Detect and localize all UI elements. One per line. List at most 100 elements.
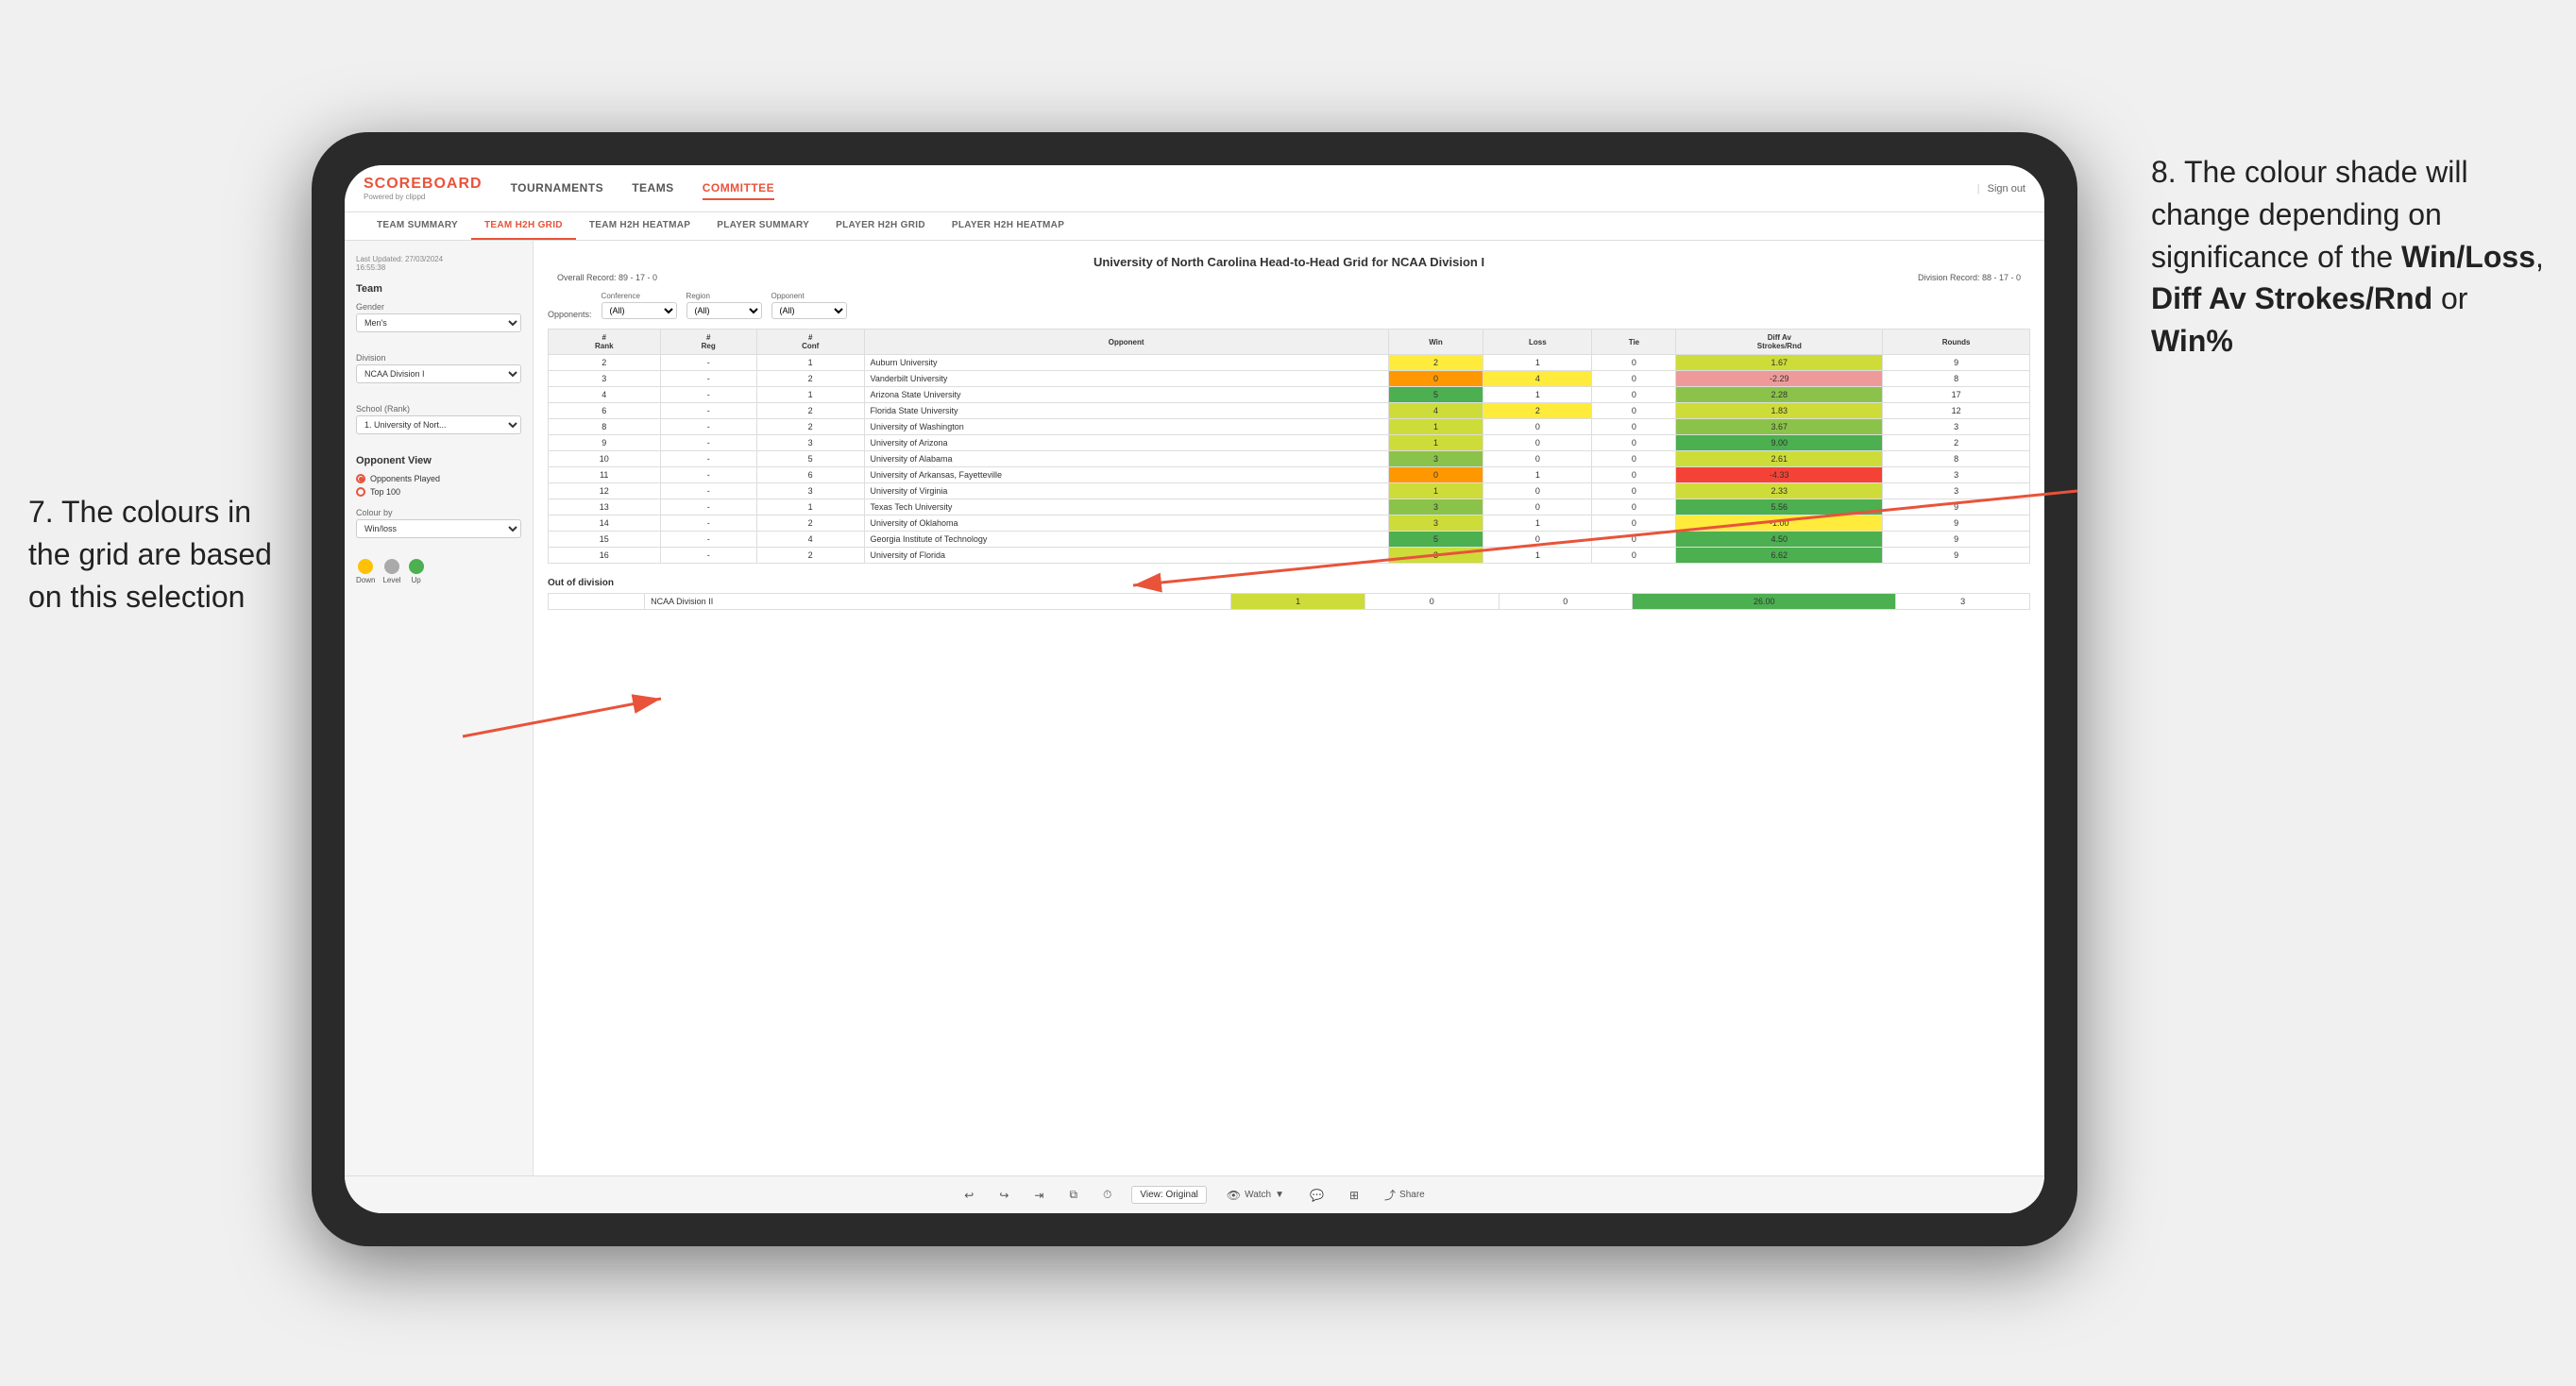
nav-committee[interactable]: COMMITTEE: [703, 177, 775, 200]
table-row: 8-2University of Washington1003.673: [549, 419, 2030, 435]
forward-icon: ⇥: [1034, 1189, 1043, 1202]
colour-dot-up: [409, 559, 424, 574]
layout-icon: ⊞: [1349, 1189, 1359, 1202]
col-win: Win: [1388, 330, 1483, 355]
sub-nav-player-summary[interactable]: PLAYER SUMMARY: [703, 212, 822, 240]
table-cell: 0: [1592, 467, 1676, 483]
toolbar-comment[interactable]: 💬: [1304, 1186, 1330, 1205]
table-cell: University of Arkansas, Fayetteville: [864, 467, 1388, 483]
table-cell: 0: [1592, 435, 1676, 451]
grid-title: University of North Carolina Head-to-Hea…: [548, 255, 2030, 269]
table-cell: 0: [1483, 499, 1592, 516]
timestamp: Last Updated: 27/03/2024 16:55:38: [356, 255, 521, 272]
colour-by-section: Colour by Win/loss: [356, 508, 521, 548]
table-cell: 0: [1592, 483, 1676, 499]
bottom-toolbar: ↩ ↪ ⇥ ⧉ ⏱ View: Original 👁 Watch ▼ 💬: [345, 1175, 2044, 1213]
table-cell: 1: [1388, 419, 1483, 435]
radio-top100[interactable]: Top 100: [356, 487, 521, 497]
colour-by-select[interactable]: Win/loss: [356, 519, 521, 538]
table-cell: 2: [549, 355, 661, 371]
table-cell: -: [660, 419, 756, 435]
table-cell: 0: [1592, 403, 1676, 419]
opponent-select[interactable]: (All): [771, 302, 847, 319]
share-icon: ⤴: [1384, 1187, 1396, 1203]
table-cell: 0: [1592, 371, 1676, 387]
toolbar-share[interactable]: ⤴ Share: [1379, 1184, 1431, 1206]
table-cell: 0: [1483, 483, 1592, 499]
share-label: Share: [1399, 1190, 1425, 1200]
toolbar-clock[interactable]: ⏱: [1097, 1185, 1117, 1205]
col-opponent: Opponent: [864, 330, 1388, 355]
out-of-division-row: NCAA Division II 1 0 0 26.00 3: [549, 594, 2030, 610]
table-cell: 8: [1883, 451, 2030, 467]
table-cell: University of Virginia: [864, 483, 1388, 499]
table-cell: -: [660, 387, 756, 403]
toolbar-redo[interactable]: ↪: [993, 1186, 1014, 1205]
table-cell: 2: [756, 419, 864, 435]
division-select[interactable]: NCAA Division I: [356, 364, 521, 383]
out-of-division-loss: 0: [1364, 594, 1499, 610]
table-cell: 0: [1592, 451, 1676, 467]
toolbar-layout[interactable]: ⊞: [1344, 1186, 1364, 1205]
grid-area: University of North Carolina Head-to-Hea…: [534, 241, 2044, 1175]
undo-icon: ↩: [964, 1189, 974, 1202]
table-cell: 9: [1883, 499, 2030, 516]
table-cell: 0: [1388, 467, 1483, 483]
filter-row: Opponents: Conference (All) Region (All): [548, 292, 2030, 319]
opponents-filter-label: Opponents:: [548, 310, 592, 319]
radio-group: Opponents Played Top 100: [356, 474, 521, 497]
table-cell: Arizona State University: [864, 387, 1388, 403]
nav-tournaments[interactable]: TOURNAMENTS: [511, 177, 604, 200]
table-cell: 9: [1883, 548, 2030, 564]
tablet-screen: SCOREBOARD Powered by clippd TOURNAMENTS…: [345, 165, 2044, 1213]
table-cell: 2: [756, 403, 864, 419]
view-label[interactable]: View: Original: [1131, 1186, 1207, 1204]
toolbar-copy[interactable]: ⧉: [1063, 1185, 1083, 1205]
sub-nav-team-h2h-heatmap[interactable]: TEAM H2H HEATMAP: [576, 212, 703, 240]
table-cell: 2: [1388, 355, 1483, 371]
gender-select[interactable]: Men's: [356, 313, 521, 332]
colour-dot-down: [358, 559, 373, 574]
toolbar-forward[interactable]: ⇥: [1028, 1186, 1049, 1205]
region-select[interactable]: (All): [686, 302, 762, 319]
table-cell: 2: [756, 516, 864, 532]
gender-label: Gender: [356, 302, 521, 312]
out-of-division-tie: 0: [1499, 594, 1633, 610]
table-row: 6-2Florida State University4201.8312: [549, 403, 2030, 419]
table-cell: 10: [549, 451, 661, 467]
table-cell: 2: [756, 548, 864, 564]
conference-label: Conference: [602, 292, 677, 300]
table-cell: -: [660, 371, 756, 387]
table-cell: -1.00: [1676, 516, 1883, 532]
table-cell: 0: [1592, 499, 1676, 516]
radio-opponents-played[interactable]: Opponents Played: [356, 474, 521, 483]
table-cell: 1: [1483, 467, 1592, 483]
school-select[interactable]: 1. University of Nort...: [356, 415, 521, 434]
overall-record: Overall Record: 89 - 17 - 0: [557, 273, 657, 282]
table-cell: -: [660, 516, 756, 532]
nav-teams[interactable]: TEAMS: [632, 177, 674, 200]
out-of-division: Out of division NCAA Division II 1 0 0 2…: [548, 578, 2030, 610]
table-cell: Vanderbilt University: [864, 371, 1388, 387]
table-cell: University of Oklahoma: [864, 516, 1388, 532]
comment-icon: 💬: [1310, 1189, 1324, 1202]
table-cell: 9: [1883, 516, 2030, 532]
table-cell: 1: [1483, 355, 1592, 371]
table-cell: 2: [1483, 403, 1592, 419]
sign-out-link[interactable]: Sign out: [1988, 183, 2025, 194]
table-cell: 0: [1483, 435, 1592, 451]
table-cell: 4: [549, 387, 661, 403]
sub-nav: TEAM SUMMARY TEAM H2H GRID TEAM H2H HEAT…: [345, 212, 2044, 241]
toolbar-undo[interactable]: ↩: [958, 1186, 979, 1205]
toolbar-watch[interactable]: 👁 Watch ▼: [1221, 1186, 1290, 1205]
conference-select[interactable]: (All): [602, 302, 677, 319]
tablet-frame: SCOREBOARD Powered by clippd TOURNAMENTS…: [312, 132, 2077, 1246]
sub-nav-team-h2h-grid[interactable]: TEAM H2H GRID: [471, 212, 576, 240]
logo-sub: Powered by clippd: [364, 193, 483, 201]
sub-nav-player-h2h-heatmap[interactable]: PLAYER H2H HEATMAP: [939, 212, 1077, 240]
col-loss: Loss: [1483, 330, 1592, 355]
table-cell: 0: [1592, 419, 1676, 435]
sub-nav-player-h2h-grid[interactable]: PLAYER H2H GRID: [822, 212, 939, 240]
table-cell: -: [660, 355, 756, 371]
sub-nav-team-summary[interactable]: TEAM SUMMARY: [364, 212, 471, 240]
